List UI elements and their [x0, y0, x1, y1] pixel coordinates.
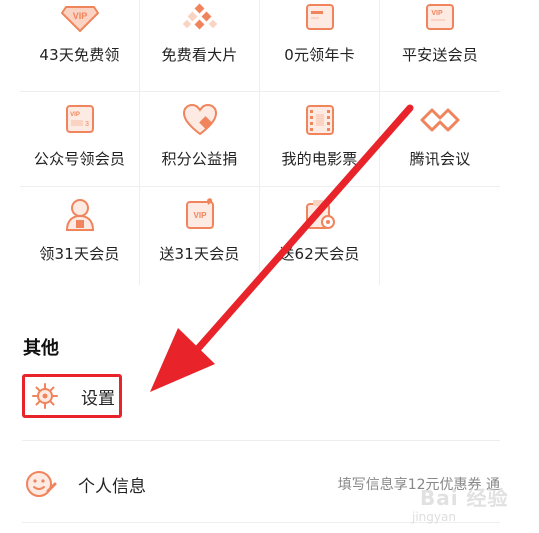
benefit-label: 领31天会员 — [39, 245, 120, 263]
benefits-grid: VIP 43天免费领 免费看大片 0元领年卡 VIP 平安送会员 VIP 3 公… — [20, 0, 500, 285]
benefit-label: 43天免费领 — [39, 46, 120, 64]
benefit-item[interactable]: 积分公益捐 — [140, 92, 260, 187]
heart-icon — [178, 100, 222, 140]
svg-text:3: 3 — [85, 121, 89, 128]
benefit-item[interactable]: 送62天会员 — [260, 187, 380, 285]
gear-icon — [32, 383, 58, 409]
benefit-label: 送62天会员 — [279, 245, 360, 263]
vip-badge-icon: VIP — [58, 0, 102, 36]
checker-dots-icon — [178, 0, 222, 36]
svg-text:VIP: VIP — [193, 211, 207, 220]
benefit-empty-slot — [380, 187, 500, 285]
benefit-item[interactable]: VIP 3 公众号领会员 — [20, 92, 140, 187]
svg-text:VIP: VIP — [72, 11, 87, 21]
profile-info-label: 个人信息 — [78, 476, 146, 497]
section-title-other: 其他 — [23, 338, 59, 359]
svg-text:VIP: VIP — [70, 112, 80, 118]
benefit-item[interactable]: VIP 送31天会员 — [140, 187, 260, 285]
benefit-label: 积分公益捐 — [161, 150, 238, 168]
benefit-label: 送31天会员 — [159, 245, 240, 263]
vip-card-icon: VIP — [418, 0, 462, 36]
benefit-item[interactable]: 我的电影票 — [260, 92, 380, 187]
benefit-label: 免费看大片 — [161, 46, 238, 64]
meeting-logo-icon — [418, 100, 462, 140]
profile-info-hint: 填写信息享12元优惠券 通 — [337, 477, 500, 493]
benefit-label: 0元领年卡 — [284, 46, 355, 64]
benefit-item[interactable]: VIP 平安送会员 — [380, 0, 500, 92]
gift-coin-icon — [298, 195, 342, 235]
benefit-item[interactable]: 免费看大片 — [140, 0, 260, 92]
vip-ticket-icon: VIP 3 — [58, 100, 102, 140]
benefit-label: 公众号领会员 — [33, 150, 126, 168]
benefit-item[interactable]: 腾讯会议 — [380, 92, 500, 187]
smiley-edit-icon — [26, 471, 57, 497]
benefit-item[interactable]: VIP 43天免费领 — [20, 0, 140, 92]
benefit-label: 平安送会员 — [401, 46, 478, 64]
gift-person-icon — [58, 195, 102, 235]
film-ticket-icon — [298, 100, 342, 140]
divider — [22, 440, 500, 441]
card-icon — [298, 0, 342, 36]
page: VIP 43天免费领 免费看大片 0元领年卡 VIP 平安送会员 VIP 3 公… — [0, 0, 539, 533]
benefit-item[interactable]: 0元领年卡 — [260, 0, 380, 92]
settings-row[interactable]: 设置 — [22, 374, 122, 418]
benefit-label: 腾讯会议 — [409, 150, 471, 168]
divider — [22, 522, 500, 523]
vip-gift-card-icon: VIP — [178, 195, 222, 235]
benefit-label: 我的电影票 — [281, 150, 358, 168]
svg-text:VIP: VIP — [431, 10, 443, 17]
settings-label: 设置 — [81, 388, 115, 409]
profile-info-row[interactable]: 个人信息 填写信息享12元优惠券 通 — [22, 460, 500, 508]
benefit-item[interactable]: 领31天会员 — [20, 187, 140, 285]
